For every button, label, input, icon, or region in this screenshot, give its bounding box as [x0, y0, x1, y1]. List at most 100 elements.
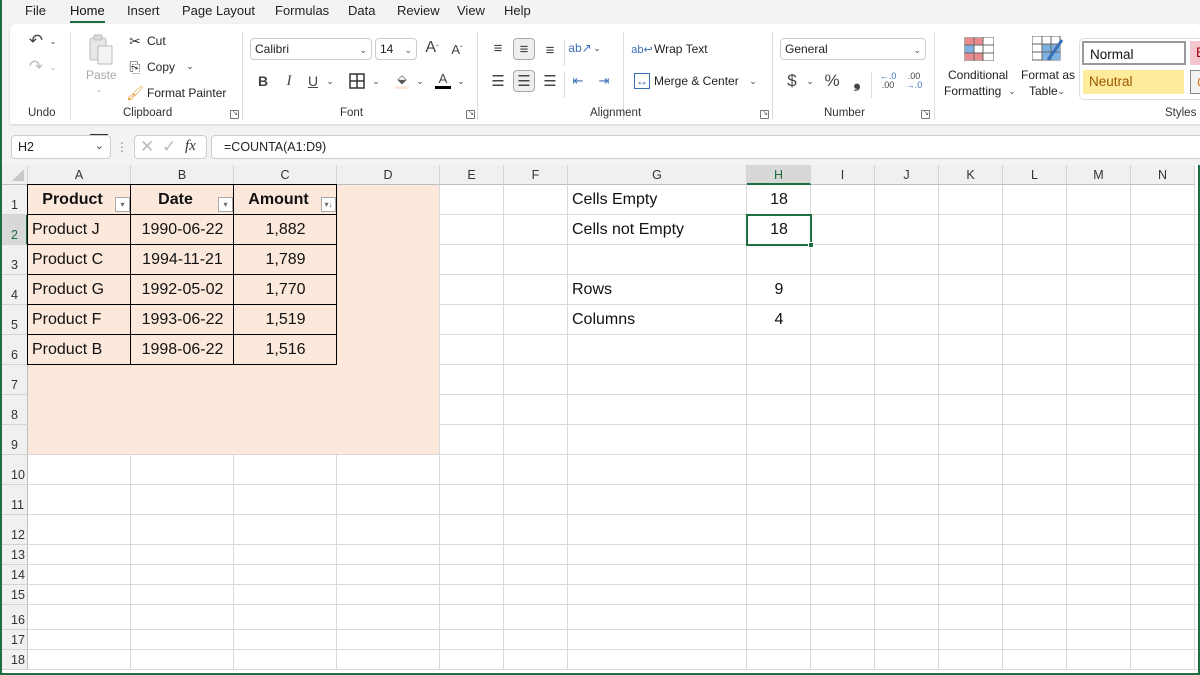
table-cell[interactable]: 1,519: [234, 305, 337, 335]
copy-button[interactable]: Copy: [147, 60, 175, 74]
summary-value[interactable]: 9: [747, 275, 811, 305]
row-header-5[interactable]: 5: [2, 305, 28, 335]
format-painter-icon[interactable]: 🖌: [126, 85, 144, 101]
formula-input[interactable]: =COUNTA(A1:D9): [211, 135, 1200, 159]
format-painter-button[interactable]: Format Painter: [147, 86, 226, 100]
name-box[interactable]: H2 ⌄: [11, 134, 111, 159]
decrease-indent-icon[interactable]: ⇤: [569, 71, 587, 91]
font-dialog-launcher[interactable]: ↘: [466, 110, 475, 119]
column-header-a[interactable]: A: [28, 165, 131, 185]
sort-descending-filter-button[interactable]: ▾↓: [321, 197, 336, 212]
increase-indent-icon[interactable]: ⇥: [595, 71, 613, 91]
table-cell[interactable]: Product J: [28, 215, 131, 245]
cut-icon[interactable]: ✂: [127, 33, 143, 49]
summary-label[interactable]: Columns: [572, 305, 635, 335]
increase-decimal-icon[interactable]: ←.0.00: [878, 71, 898, 91]
row-header-9[interactable]: 9: [2, 425, 28, 455]
font-color-icon[interactable]: A: [434, 70, 452, 90]
tab-insert[interactable]: Insert: [127, 3, 160, 18]
bold-button[interactable]: B: [256, 72, 270, 90]
filter-dropdown-button[interactable]: ▾: [218, 197, 233, 212]
row-header-10[interactable]: 10: [2, 455, 28, 485]
orientation-icon[interactable]: ab↗: [568, 38, 591, 58]
redo-icon[interactable]: ↷: [26, 57, 46, 76]
redo-dropdown-icon[interactable]: ⌄: [48, 62, 58, 72]
paste-button[interactable]: Paste: [86, 68, 117, 82]
clipboard-dialog-launcher[interactable]: ↘: [230, 110, 239, 119]
conditional-formatting-dropdown-icon[interactable]: ⌄: [1007, 86, 1017, 96]
table-cell[interactable]: Product B: [28, 335, 131, 365]
tab-data[interactable]: Data: [348, 3, 375, 18]
conditional-formatting-label-2[interactable]: Formatting: [944, 84, 1001, 98]
wrap-text-icon[interactable]: ab↩: [631, 40, 652, 58]
table-cell[interactable]: 1992-05-02: [131, 275, 234, 305]
row-header-15[interactable]: 15: [2, 585, 28, 605]
summary-label[interactable]: Cells Empty: [572, 185, 657, 215]
row-header-13[interactable]: 13: [2, 545, 28, 565]
merge-center-button[interactable]: Merge & Center: [654, 74, 739, 88]
summary-value[interactable]: 18: [747, 185, 811, 215]
decrease-font-size-icon[interactable]: Aˇ: [449, 40, 465, 58]
row-header-7[interactable]: 7: [2, 365, 28, 395]
row-header-4[interactable]: 4: [2, 275, 28, 305]
row-header-11[interactable]: 11: [2, 485, 28, 515]
undo-dropdown-icon[interactable]: ⌄: [48, 36, 58, 46]
column-header-m[interactable]: M: [1067, 165, 1131, 185]
wrap-text-button[interactable]: Wrap Text: [654, 42, 708, 56]
column-header-g[interactable]: G: [568, 165, 747, 185]
number-dialog-launcher[interactable]: ↘: [921, 110, 930, 119]
orientation-dropdown-icon[interactable]: ⌄: [592, 43, 602, 53]
summary-label[interactable]: Cells not Empty: [572, 215, 684, 245]
copy-dropdown-icon[interactable]: ⌄: [185, 61, 195, 71]
row-header-17[interactable]: 17: [2, 630, 28, 650]
filter-dropdown-button[interactable]: ▾: [115, 197, 130, 212]
tab-view[interactable]: View: [457, 3, 485, 18]
font-size-dropdown[interactable]: 14 ⌄: [375, 38, 417, 60]
column-header-d[interactable]: D: [337, 165, 440, 185]
row-header-8[interactable]: 8: [2, 395, 28, 425]
italic-button[interactable]: I: [282, 72, 296, 90]
row-header-1[interactable]: 1: [2, 185, 28, 215]
fill-color-dropdown-icon[interactable]: ⌄: [415, 76, 425, 86]
summary-label[interactable]: Rows: [572, 275, 612, 305]
more-options-icon[interactable]: ⋮: [116, 138, 128, 156]
row-header-14[interactable]: 14: [2, 565, 28, 585]
format-as-table-label-1[interactable]: Format as: [1021, 68, 1075, 82]
comma-style-button[interactable]: ❟: [850, 71, 864, 91]
tab-page-layout[interactable]: Page Layout: [182, 3, 255, 18]
row-header-2[interactable]: 2: [2, 215, 28, 245]
table-cell[interactable]: 1990-06-22: [131, 215, 234, 245]
merge-center-icon[interactable]: ↔: [634, 73, 650, 89]
table-cell[interactable]: Product F: [28, 305, 131, 335]
table-cell[interactable]: Product G: [28, 275, 131, 305]
column-header-e[interactable]: E: [440, 165, 504, 185]
fill-color-icon[interactable]: ⬙: [393, 70, 411, 90]
number-format-dropdown[interactable]: General ⌄: [780, 38, 926, 60]
undo-icon[interactable]: ↶: [26, 31, 46, 50]
format-as-table-label-2[interactable]: Table: [1029, 84, 1058, 98]
table-cell[interactable]: 1,882: [234, 215, 337, 245]
currency-dropdown-icon[interactable]: ⌄: [805, 76, 815, 86]
increase-font-size-icon[interactable]: Aˆ: [423, 38, 441, 58]
chevron-down-icon[interactable]: ⌄: [95, 139, 104, 152]
row-header-12[interactable]: 12: [2, 515, 28, 545]
format-as-table-icon[interactable]: [1032, 36, 1064, 64]
borders-dropdown-icon[interactable]: ⌄: [371, 76, 381, 86]
alignment-dialog-launcher[interactable]: ↘: [760, 110, 769, 119]
row-header-16[interactable]: 16: [2, 605, 28, 630]
conditional-formatting-icon[interactable]: [964, 36, 994, 62]
select-all-corner[interactable]: [2, 165, 28, 185]
underline-dropdown-icon[interactable]: ⌄: [325, 76, 335, 86]
style-bad[interactable]: B: [1190, 41, 1200, 65]
align-top-icon[interactable]: ≡: [489, 38, 507, 58]
underline-button[interactable]: U: [306, 72, 320, 90]
table-cell[interactable]: 1994-11-21: [131, 245, 234, 275]
align-left-icon[interactable]: ☰: [489, 71, 507, 91]
style-normal[interactable]: Normal: [1082, 41, 1186, 65]
tab-review[interactable]: Review: [397, 3, 440, 18]
column-header-j[interactable]: J: [875, 165, 939, 185]
summary-value[interactable]: 4: [747, 305, 811, 335]
align-middle-icon[interactable]: ≡: [513, 38, 535, 60]
tab-file[interactable]: File: [25, 3, 46, 18]
table-cell[interactable]: 1998-06-22: [131, 335, 234, 365]
